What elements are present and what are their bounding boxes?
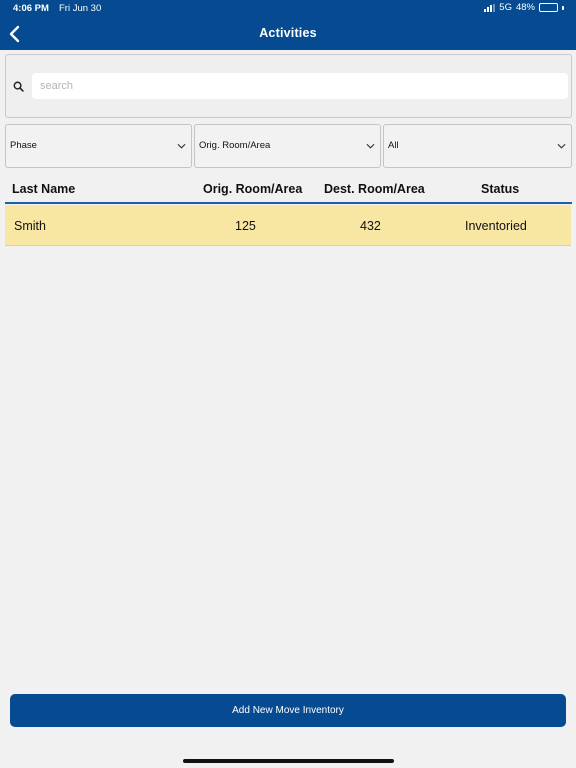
phase-filter-dropdown[interactable]: Phase: [5, 124, 192, 168]
status-filter-label: All: [388, 140, 399, 151]
add-new-move-inventory-button[interactable]: Add New Move Inventory: [10, 694, 566, 727]
status-filter-dropdown[interactable]: All: [383, 124, 572, 168]
status-date: Fri Jun 30: [59, 3, 102, 14]
chevron-down-icon: [557, 143, 566, 149]
battery-percent: 48%: [515, 2, 535, 13]
orig-room-filter-dropdown[interactable]: Orig. Room/Area: [194, 124, 381, 168]
search-input[interactable]: [32, 73, 568, 99]
row-divider: [5, 245, 571, 246]
chevron-down-icon: [366, 143, 375, 149]
battery-icon: [539, 3, 558, 12]
search-bar: [5, 54, 572, 118]
search-icon: [13, 81, 24, 92]
column-header-status: Status: [481, 182, 520, 196]
status-indicators: 5G 48%: [484, 2, 564, 13]
page-title: Activities: [259, 26, 317, 40]
network-label: 5G: [499, 2, 512, 13]
nav-header: 4:06 PM Fri Jun 30 5G 48% Activities: [0, 0, 576, 50]
column-header-dest-room: Dest. Room/Area: [324, 182, 425, 196]
cell-status: Inventoried: [465, 219, 527, 233]
cell-dest-room: 432: [360, 219, 381, 233]
cell-last-name: Smith: [14, 219, 46, 233]
chevron-down-icon: [177, 143, 186, 149]
home-indicator[interactable]: [183, 759, 394, 763]
column-header-orig-room: Orig. Room/Area: [203, 182, 303, 196]
table-header-divider: [5, 202, 572, 204]
status-time: 4:06 PM: [13, 3, 49, 14]
phase-filter-label: Phase: [10, 140, 37, 151]
column-header-last-name: Last Name: [12, 182, 76, 196]
orig-room-filter-label: Orig. Room/Area: [199, 140, 271, 151]
cell-orig-room: 125: [235, 219, 256, 233]
battery-tip: [562, 5, 564, 10]
signal-icon: [484, 3, 496, 12]
